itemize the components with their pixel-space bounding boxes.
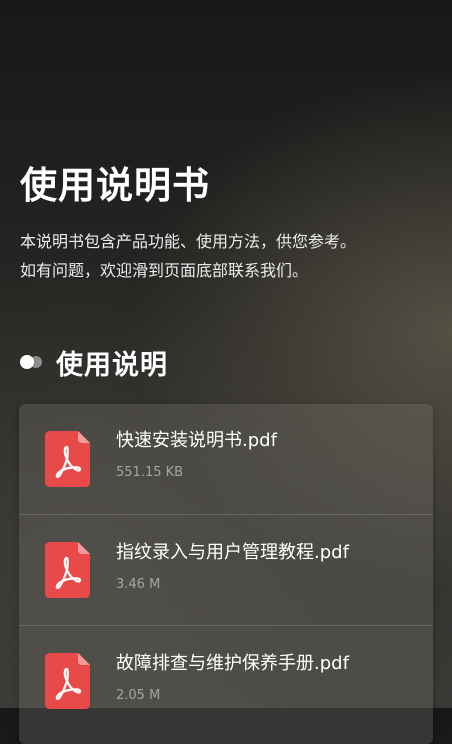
file-size: 2.05 M <box>116 688 161 703</box>
file-size: 551.15 KB <box>116 465 184 480</box>
file-name: 指纹录入与用户管理教程.pdf <box>116 542 349 563</box>
file-item-fingerprint-guide[interactable]: 指纹录入与用户管理教程.pdf 3.46 M <box>19 515 433 625</box>
file-name: 快速安装说明书.pdf <box>116 430 277 451</box>
file-item-quick-install[interactable]: 快速安装说明书.pdf 551.15 KB <box>19 404 433 514</box>
intro-text: 本说明书包含产品功能、使用方法，供您参考。 如有问题，欢迎滑到页面底部联系我们。 <box>20 227 440 285</box>
pdf-icon <box>45 431 90 487</box>
file-name: 故障排查与维护保养手册.pdf <box>116 653 349 674</box>
toggle-dots-icon <box>20 355 46 369</box>
pdf-icon <box>45 653 90 709</box>
file-size: 3.46 M <box>116 577 161 592</box>
file-list: 快速安装说明书.pdf 551.15 KB 指纹录入与用户管理教程.pdf 3.… <box>19 404 433 744</box>
section-title: 使用说明 <box>56 349 168 381</box>
intro-line-1: 本说明书包含产品功能、使用方法，供您参考。 <box>20 232 357 251</box>
pdf-icon <box>45 542 90 598</box>
page-title: 使用说明书 <box>20 164 210 207</box>
file-item-troubleshooting[interactable]: 故障排查与维护保养手册.pdf 2.05 M <box>19 626 433 736</box>
intro-line-2: 如有问题，欢迎滑到页面底部联系我们。 <box>20 261 309 280</box>
section-header: 使用说明 <box>20 340 168 384</box>
